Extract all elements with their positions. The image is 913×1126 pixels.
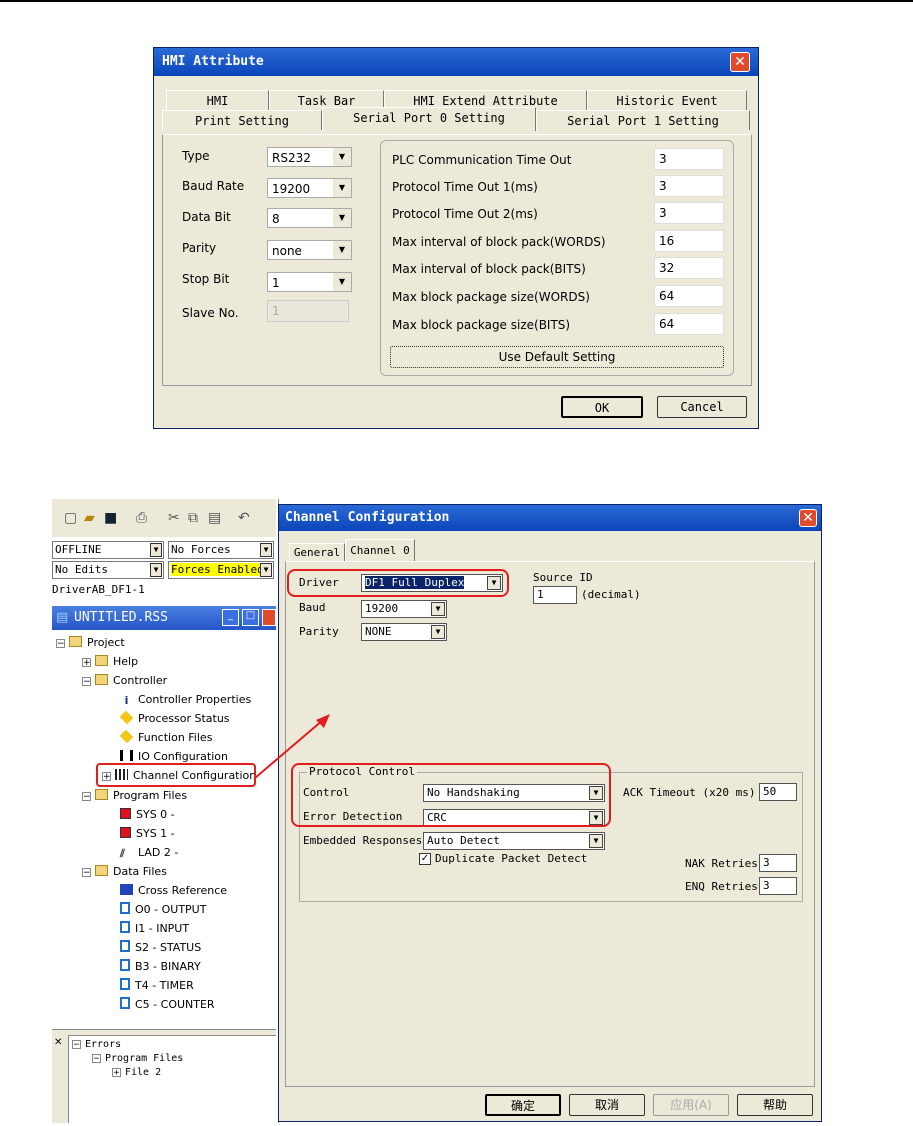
annotation-arrow [254, 714, 330, 779]
